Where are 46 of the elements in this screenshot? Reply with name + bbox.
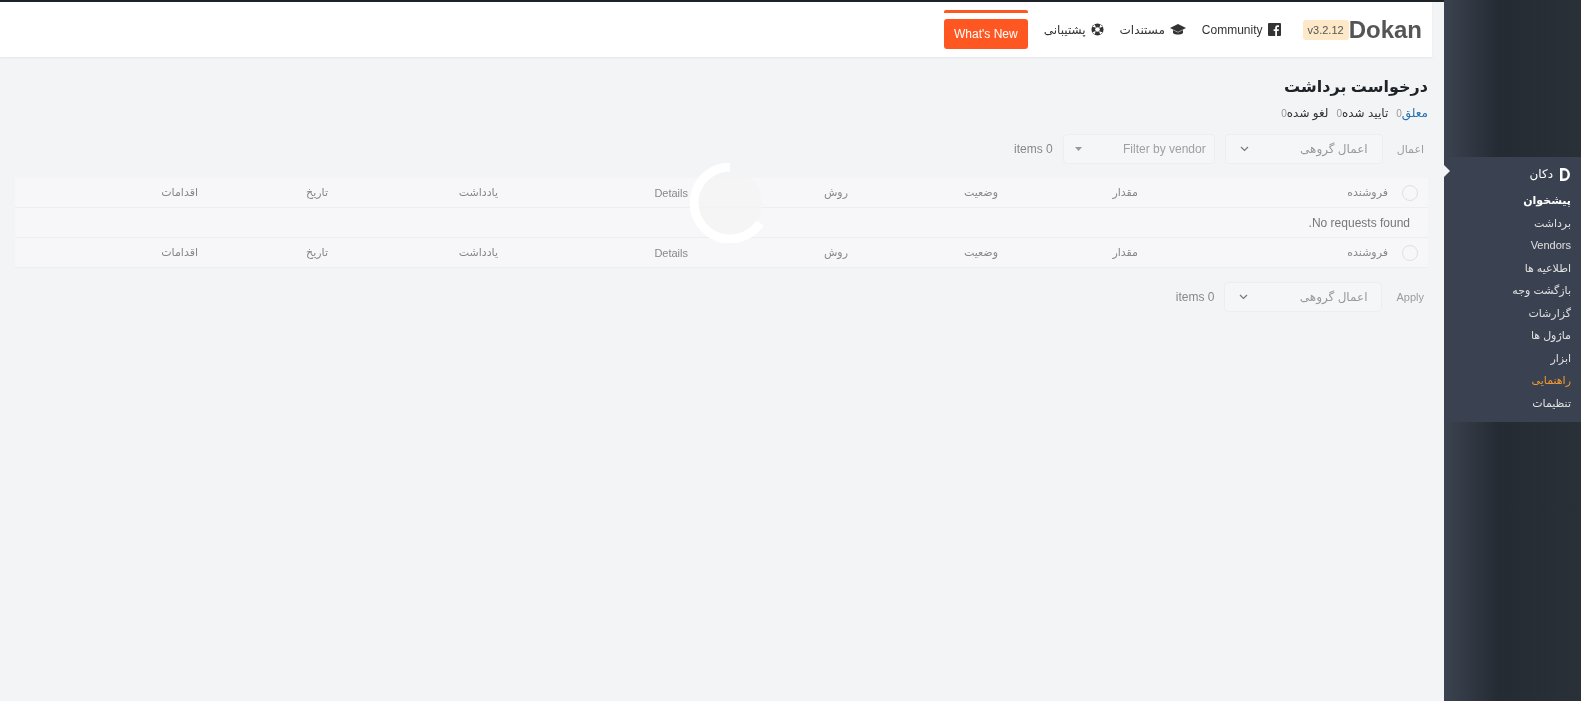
sidebar-item[interactable]: راهنمایی xyxy=(1444,369,1571,392)
lifebuoy-icon xyxy=(1090,23,1104,36)
sidebar-item[interactable]: برداشت xyxy=(1444,211,1571,234)
column-header: اقدامات xyxy=(160,186,198,199)
dokan-logo[interactable]: Dokan xyxy=(1348,15,1422,44)
column-header: روش xyxy=(822,186,848,199)
sidebar-item[interactable]: گزارشات xyxy=(1444,301,1571,324)
column-footer: مقدار xyxy=(998,246,1138,259)
column-header: فروشنده xyxy=(1346,186,1388,199)
header-link[interactable]: Community xyxy=(1201,22,1281,37)
column-header: تاریخ xyxy=(305,186,328,199)
header-link[interactable]: پشتیبانی xyxy=(1043,22,1104,37)
column-header: وضعیت xyxy=(962,186,998,199)
empty-message: No requests found. xyxy=(1308,215,1410,230)
row-checkbox[interactable] xyxy=(1402,244,1418,261)
version-badge: v3.2.12 xyxy=(1302,19,1349,40)
header-link[interactable]: مستندات xyxy=(1119,22,1186,37)
sidebar-item[interactable]: ابزار xyxy=(1444,346,1571,369)
sidebar-item[interactable]: Vendors xyxy=(1444,234,1571,257)
column-footer: فروشنده xyxy=(1138,246,1388,259)
sidebar-item[interactable]: بازگشت وجه xyxy=(1444,279,1571,302)
row-checkbox[interactable] xyxy=(1402,184,1418,201)
column-footer: یادداشت xyxy=(328,246,498,259)
items-count: items 0 xyxy=(1014,142,1053,156)
column-footer: وضعیت xyxy=(848,246,998,259)
column-footer: تاریخ xyxy=(198,246,328,259)
caret-icon xyxy=(1074,147,1082,151)
column-footer: Details xyxy=(498,246,688,259)
facebook-icon xyxy=(1267,23,1281,36)
column-header: Details xyxy=(653,186,688,199)
column-footer: اقدامات xyxy=(15,246,198,259)
column-header: یادداشت xyxy=(457,186,498,199)
graduation-cap-icon xyxy=(1169,23,1186,36)
sidebar-item[interactable]: پیشخوان xyxy=(1444,189,1571,212)
sidebar-item[interactable]: اطلاعیه ها xyxy=(1444,256,1571,279)
column-header: مقدار xyxy=(1111,186,1138,199)
menu-title[interactable]: دکان xyxy=(1529,167,1553,181)
dokan-d-icon xyxy=(1559,166,1571,182)
chevron-icon xyxy=(1239,294,1249,300)
sidebar-item[interactable]: ماژول ها xyxy=(1444,324,1571,347)
sidebar-item[interactable]: تنظیمات xyxy=(1444,391,1571,414)
items-count: items 0 xyxy=(1175,290,1215,304)
column-footer: روش xyxy=(688,246,848,259)
chevron-icon xyxy=(1239,146,1249,152)
page-title: درخواست برداشت xyxy=(1283,77,1428,96)
vendor-filter-field[interactable]: Filter by vendor xyxy=(1062,134,1215,164)
